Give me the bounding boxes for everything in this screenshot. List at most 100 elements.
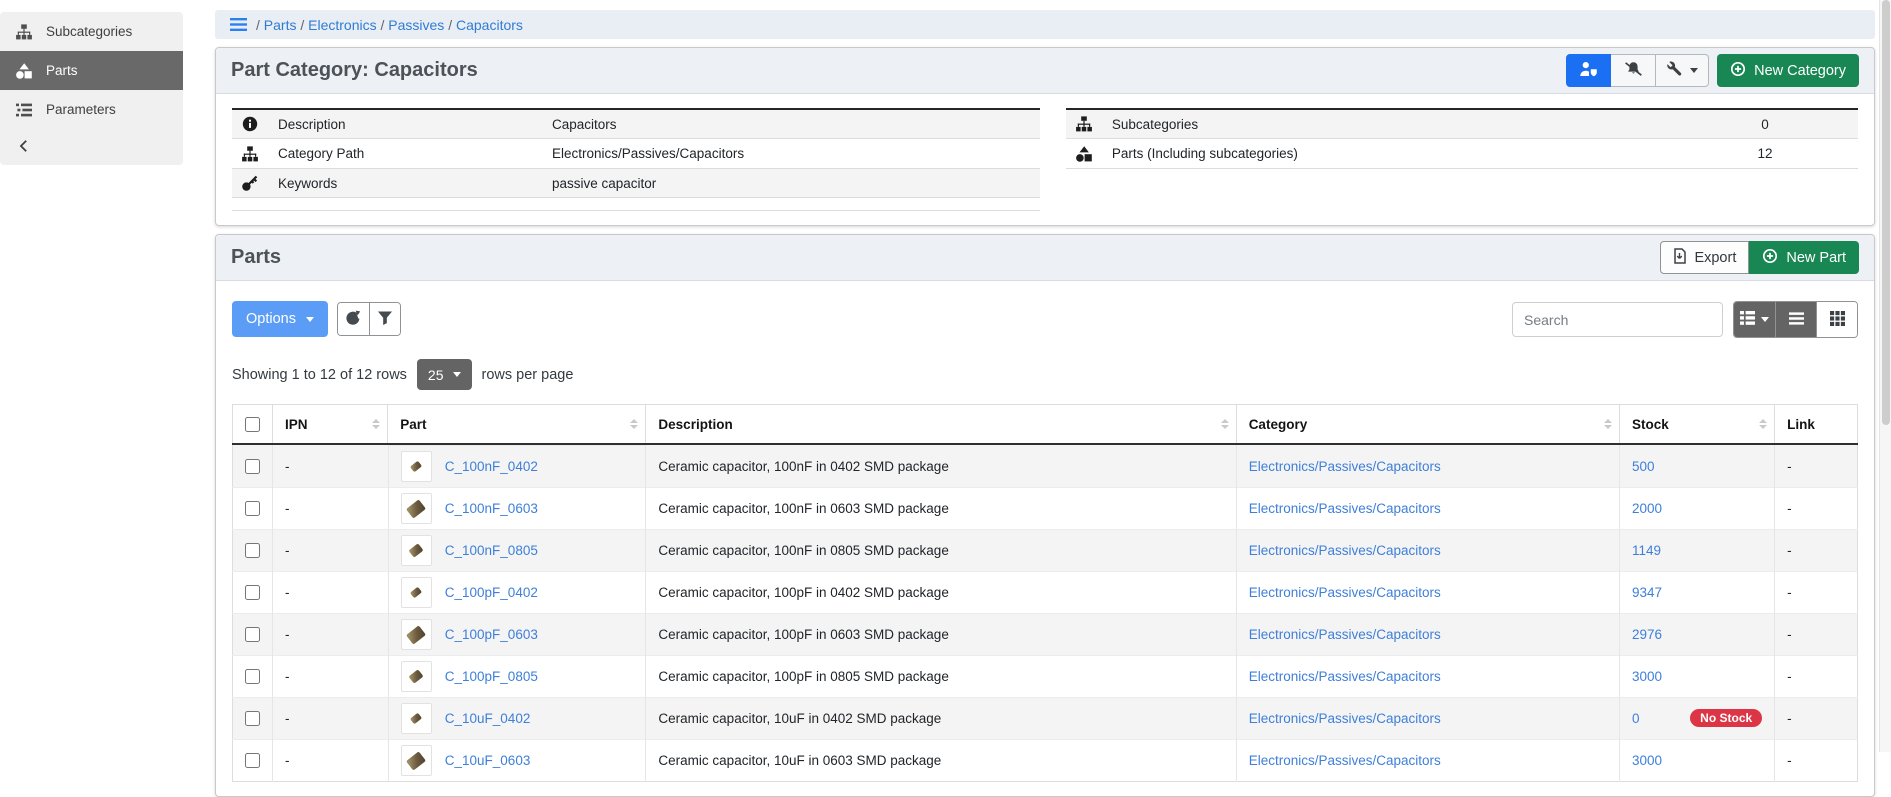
- row-checkbox[interactable]: [245, 501, 260, 516]
- breadcrumb-link-electronics[interactable]: Electronics: [308, 17, 376, 33]
- export-button[interactable]: Export: [1660, 241, 1749, 274]
- sidebar-collapse-button[interactable]: [0, 129, 183, 165]
- options-label: Options: [246, 311, 296, 327]
- capacitor-image: [409, 544, 424, 558]
- sort-icon[interactable]: [1221, 419, 1229, 429]
- scrollbar-thumb[interactable]: [1882, 0, 1890, 425]
- table-toolbar: Options: [232, 295, 1858, 338]
- stock-link[interactable]: 3000: [1632, 753, 1662, 768]
- link-cell: -: [1775, 487, 1858, 529]
- link-cell: -: [1775, 529, 1858, 571]
- hamburger-icon[interactable]: [230, 17, 247, 32]
- table-row: -C_100pF_0402Ceramic capacitor, 100pF in…: [233, 571, 1858, 613]
- breadcrumb-link-passives[interactable]: Passives: [388, 17, 444, 33]
- page-size-dropdown[interactable]: 25: [417, 359, 472, 390]
- new-part-button[interactable]: New Part: [1749, 241, 1859, 274]
- category-link[interactable]: Electronics/Passives/Capacitors: [1249, 669, 1441, 684]
- part-link[interactable]: C_100pF_0805: [445, 669, 538, 684]
- category-link[interactable]: Electronics/Passives/Capacitors: [1249, 753, 1441, 768]
- new-category-label: New Category: [1754, 63, 1846, 79]
- column-header-ipn[interactable]: IPN: [273, 405, 388, 444]
- stock-link[interactable]: 2976: [1632, 627, 1662, 642]
- sidebar-item-parts[interactable]: Parts: [0, 51, 183, 90]
- select-all-checkbox[interactable]: [245, 417, 260, 432]
- category-details-table: DescriptionCapacitorsCategory PathElectr…: [232, 108, 1040, 211]
- column-label: Category: [1249, 417, 1308, 432]
- breadcrumb-separator: /: [296, 17, 308, 33]
- part-cell: C_100pF_0603: [388, 613, 646, 655]
- column-label: Link: [1787, 417, 1815, 432]
- breadcrumb-link-capacitors[interactable]: Capacitors: [456, 17, 523, 33]
- stock-link[interactable]: 0: [1632, 711, 1640, 726]
- column-header-link: Link: [1775, 405, 1858, 444]
- stock-link[interactable]: 2000: [1632, 501, 1662, 516]
- search-input[interactable]: [1512, 302, 1723, 337]
- sidebar-item-parameters[interactable]: Parameters: [0, 90, 183, 129]
- column-header-stock[interactable]: Stock: [1620, 405, 1775, 444]
- part-link[interactable]: C_10uF_0603: [445, 753, 531, 768]
- subscribed-user-button[interactable]: [1566, 54, 1611, 87]
- row-checkbox[interactable]: [245, 753, 260, 768]
- sort-icon[interactable]: [1759, 419, 1767, 429]
- category-link[interactable]: Electronics/Passives/Capacitors: [1249, 543, 1441, 558]
- description-cell: Ceramic capacitor, 10uF in 0603 SMD pack…: [646, 739, 1236, 782]
- part-link[interactable]: C_100nF_0603: [445, 501, 538, 516]
- sort-icon[interactable]: [630, 419, 638, 429]
- breadcrumb-link-parts[interactable]: Parts: [264, 17, 297, 33]
- sort-icon[interactable]: [1604, 419, 1612, 429]
- part-link[interactable]: C_100pF_0603: [445, 627, 538, 642]
- row-checkbox[interactable]: [245, 585, 260, 600]
- filter-button[interactable]: [369, 303, 400, 335]
- category-link[interactable]: Electronics/Passives/Capacitors: [1249, 585, 1441, 600]
- stock-link[interactable]: 3000: [1632, 669, 1662, 684]
- category-link[interactable]: Electronics/Passives/Capacitors: [1249, 627, 1441, 642]
- detail-icon-cell: [232, 139, 268, 168]
- refresh-button[interactable]: [338, 303, 369, 335]
- part-link[interactable]: C_10uF_0402: [445, 711, 531, 726]
- category-cell: Electronics/Passives/Capacitors: [1236, 739, 1619, 782]
- toggle-columns-button[interactable]: [1734, 302, 1775, 337]
- detail-label: Subcategories: [1102, 109, 1672, 139]
- part-thumbnail: [401, 745, 432, 776]
- page-title: Part Category: Capacitors: [231, 59, 478, 82]
- stock-link[interactable]: 1149: [1632, 543, 1661, 558]
- row-checkbox[interactable]: [245, 669, 260, 684]
- detail-icon-cell: [1066, 109, 1102, 139]
- category-link[interactable]: Electronics/Passives/Capacitors: [1249, 711, 1441, 726]
- part-link[interactable]: C_100nF_0402: [445, 459, 538, 474]
- caret-down-icon: [453, 372, 461, 377]
- notification-mute-button[interactable]: [1611, 54, 1656, 87]
- sitemap-icon: [1076, 116, 1092, 131]
- ipn-cell: -: [273, 655, 388, 697]
- category-link[interactable]: Electronics/Passives/Capacitors: [1249, 459, 1441, 474]
- sidebar-item-subcategories[interactable]: Subcategories: [0, 12, 183, 51]
- stock-link[interactable]: 9347: [1632, 585, 1662, 600]
- row-checkbox[interactable]: [245, 627, 260, 642]
- column-header-category[interactable]: Category: [1236, 405, 1619, 444]
- part-cell: C_100nF_0402: [388, 445, 646, 487]
- select-all-checkbox-cell: [233, 405, 273, 444]
- options-button[interactable]: Options: [232, 301, 328, 337]
- grid-view-button[interactable]: [1816, 302, 1857, 337]
- new-category-button[interactable]: New Category: [1717, 54, 1859, 87]
- row-checkbox[interactable]: [245, 711, 260, 726]
- vertical-scrollbar[interactable]: [1879, 0, 1891, 752]
- category-card-header: Part Category: Capacitors: [216, 48, 1874, 94]
- sidebar: SubcategoriesPartsParameters: [0, 12, 183, 165]
- part-thumbnail: [401, 535, 432, 566]
- part-thumbnail: [401, 703, 432, 734]
- row-checkbox[interactable]: [245, 543, 260, 558]
- column-header-description[interactable]: Description: [646, 405, 1236, 444]
- sort-icon[interactable]: [372, 419, 380, 429]
- part-link[interactable]: C_100nF_0805: [445, 543, 538, 558]
- caret-down-icon: [1690, 68, 1698, 73]
- stock-link[interactable]: 500: [1632, 459, 1655, 474]
- category-link[interactable]: Electronics/Passives/Capacitors: [1249, 501, 1441, 516]
- capacitor-image: [409, 670, 424, 684]
- row-checkbox[interactable]: [245, 459, 260, 474]
- part-link[interactable]: C_100pF_0402: [445, 585, 538, 600]
- column-header-part[interactable]: Part: [388, 405, 646, 444]
- admin-actions-button[interactable]: [1656, 54, 1709, 87]
- link-cell: -: [1775, 697, 1858, 739]
- list-view-button[interactable]: [1775, 302, 1816, 337]
